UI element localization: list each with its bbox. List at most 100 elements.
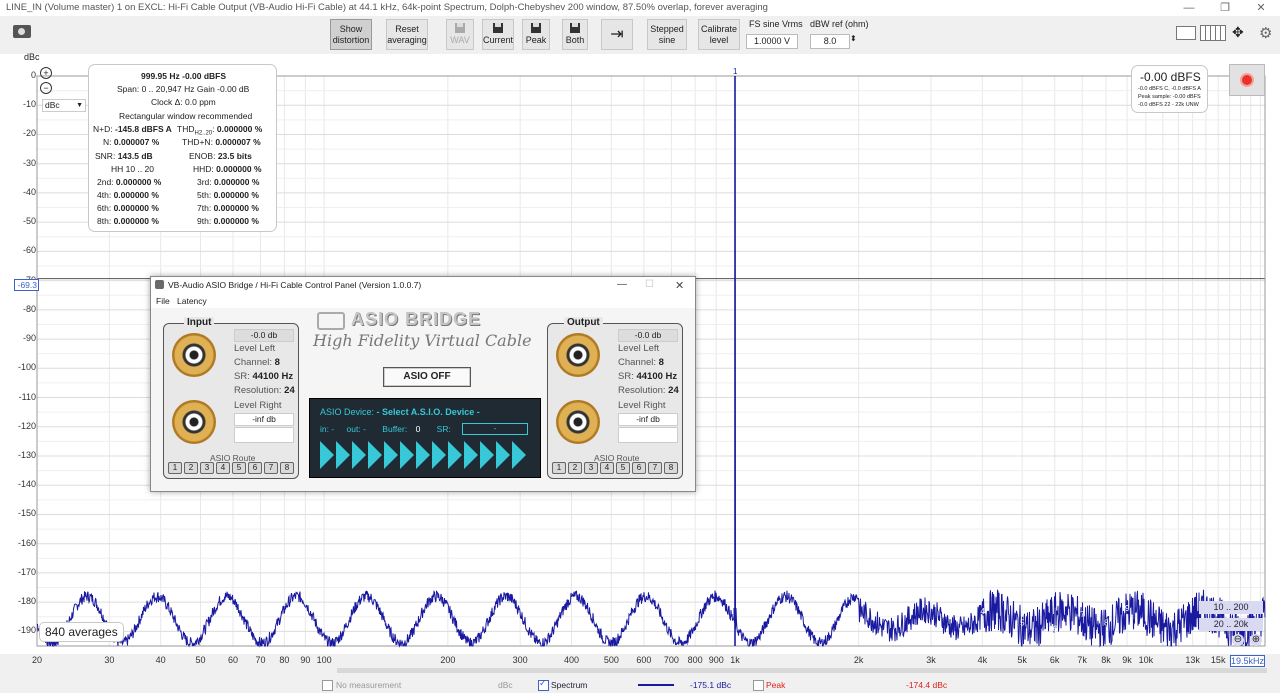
fs-sine-input[interactable]: 1.0000 V [746, 34, 798, 49]
layout-columns-icon[interactable] [1200, 25, 1226, 41]
close-icon[interactable]: ✕ [1243, 0, 1279, 16]
rca-connector-icon [556, 333, 600, 377]
x-tick-label: 7k [1077, 655, 1087, 665]
route-button[interactable]: 1 [168, 462, 182, 474]
output-sr-value: 44100 Hz [636, 371, 678, 382]
dbw-ref-input[interactable]: 8.0 [810, 34, 850, 49]
close-icon[interactable]: ✕ [675, 279, 684, 292]
route-button[interactable]: 6 [632, 462, 646, 474]
asio-off-button[interactable]: ASIO OFF [383, 367, 471, 387]
y-tick-label: -120 [17, 420, 36, 431]
x-tick-label: 900 [708, 655, 724, 665]
no-measurement-checkbox[interactable] [322, 680, 333, 691]
h7-value: 0.000000 % [213, 203, 259, 213]
x-tick-label: 8k [1101, 655, 1111, 665]
range-20-20k-button[interactable]: 20 .. 20k [1199, 618, 1263, 631]
peak-button[interactable]: Peak [522, 19, 550, 50]
route-button[interactable]: 5 [616, 462, 630, 474]
calibrate-level-label: Calibrate level [700, 23, 738, 45]
y-unit-select[interactable]: dBc ▼ [42, 99, 86, 112]
wav-button[interactable]: WAV [446, 19, 474, 50]
route-button[interactable]: 4 [600, 462, 614, 474]
minimize-icon[interactable]: — [1171, 0, 1207, 16]
arrow-icon [352, 441, 366, 469]
menu-latency[interactable]: Latency [177, 296, 207, 306]
y-tick-label: -150 [17, 508, 36, 519]
dialog-title: VB-Audio ASIO Bridge / Hi-Fi Cable Contr… [168, 280, 422, 290]
output-resolution-label: Resolution: [618, 385, 666, 396]
h9-label: 9th: [197, 216, 212, 226]
spinner-icon[interactable]: ⬍ [850, 34, 857, 43]
h8-value: 0.000000 % [113, 216, 159, 226]
x-tick-label: 500 [603, 655, 619, 665]
calibrate-level-button[interactable]: Calibrate level [698, 19, 740, 50]
device-sr-label: SR: [436, 424, 451, 434]
logo-title: ASIO BRIDGE [351, 309, 482, 329]
camera-icon[interactable] [13, 25, 31, 38]
level-line-3: -0.0 dBFS 22 - 22k UNW [1138, 102, 1199, 108]
layout-single-icon[interactable] [1176, 26, 1196, 40]
legend-bar: No measurement dBc ✓ Spectrum -175.1 dBc… [0, 668, 1280, 693]
y-unit-select-value: dBc [45, 100, 60, 110]
both-button[interactable]: Both [562, 19, 588, 50]
route-button[interactable]: 3 [200, 462, 214, 474]
peak-checkbox[interactable] [753, 680, 764, 691]
level-line-1: -0.0 dBFS C, -0.0 dBFS A [1138, 86, 1201, 92]
rca-connector-icon [556, 400, 600, 444]
arrow-icon [464, 441, 478, 469]
hhd-label: HHD: [193, 164, 214, 174]
h5-value: 0.000000 % [213, 190, 259, 200]
route-button[interactable]: 8 [664, 462, 678, 474]
dialog-menubar: File Latency [151, 294, 695, 308]
gear-icon[interactable]: ⚙ [1259, 24, 1272, 42]
device-select[interactable]: - Select A.S.I.O. Device - [377, 407, 480, 417]
zoom-in-icon[interactable]: ⊕ [1250, 634, 1262, 646]
arrow-icon [368, 441, 382, 469]
menu-file[interactable]: File [156, 296, 170, 306]
y-tick-label: -100 [17, 362, 36, 373]
maximize-icon[interactable]: ❐ [1207, 0, 1243, 16]
app-icon [155, 280, 164, 289]
record-button[interactable] [1229, 64, 1265, 96]
hh-label: HH 10 .. 20 [111, 164, 154, 174]
spectrum-checkbox[interactable]: ✓ [538, 678, 549, 691]
zoom-out-icon[interactable]: ⊖ [1232, 634, 1244, 646]
export-button[interactable]: ⇥ [601, 19, 633, 50]
route-button[interactable]: 8 [280, 462, 294, 474]
zoom-out-icon[interactable]: − [40, 82, 52, 94]
route-button[interactable]: 3 [584, 462, 598, 474]
both-label: Both [565, 35, 585, 45]
thd-label: THD [177, 124, 195, 134]
route-button[interactable]: 7 [264, 462, 278, 474]
harmonic-marker: 5 [1020, 619, 1025, 628]
y-tick-label: -140 [17, 479, 36, 490]
input-resolution-label: Resolution: [234, 385, 282, 396]
output-level-left-value: -0.0 db [618, 329, 678, 342]
minimize-icon[interactable]: — [617, 279, 627, 290]
route-button[interactable]: 5 [232, 462, 246, 474]
route-button[interactable]: 7 [648, 462, 662, 474]
horizontal-scrollbar[interactable] [337, 668, 1267, 673]
show-distortion-button[interactable]: Show distortion [330, 19, 372, 50]
range-10-200-button[interactable]: 10 .. 200 [1199, 601, 1263, 614]
check-icon: ✓ [539, 678, 547, 688]
route-button[interactable]: 2 [568, 462, 582, 474]
output-meter [618, 427, 678, 443]
output-sr-label: SR: [618, 371, 634, 382]
h4-value: 0.000000 % [113, 190, 159, 200]
route-button[interactable]: 2 [184, 462, 198, 474]
peak-label: Peak [525, 35, 547, 45]
route-button[interactable]: 4 [216, 462, 230, 474]
x-tick-label: 800 [687, 655, 703, 665]
input-route-buttons: 12345678 [168, 462, 294, 474]
level-main: -0.00 dBFS [1140, 70, 1201, 84]
zoom-in-icon[interactable]: + [40, 67, 52, 79]
reset-averaging-button[interactable]: Reset averaging [386, 19, 428, 50]
output-title: Output [564, 317, 603, 328]
route-button[interactable]: 1 [552, 462, 566, 474]
harmonic-marker: 2 [857, 621, 862, 630]
route-button[interactable]: 6 [248, 462, 262, 474]
current-button[interactable]: Current [482, 19, 514, 50]
zoom-fit-icon[interactable]: ✥ [1232, 24, 1244, 41]
stepped-sine-button[interactable]: Stepped sine [647, 19, 687, 50]
